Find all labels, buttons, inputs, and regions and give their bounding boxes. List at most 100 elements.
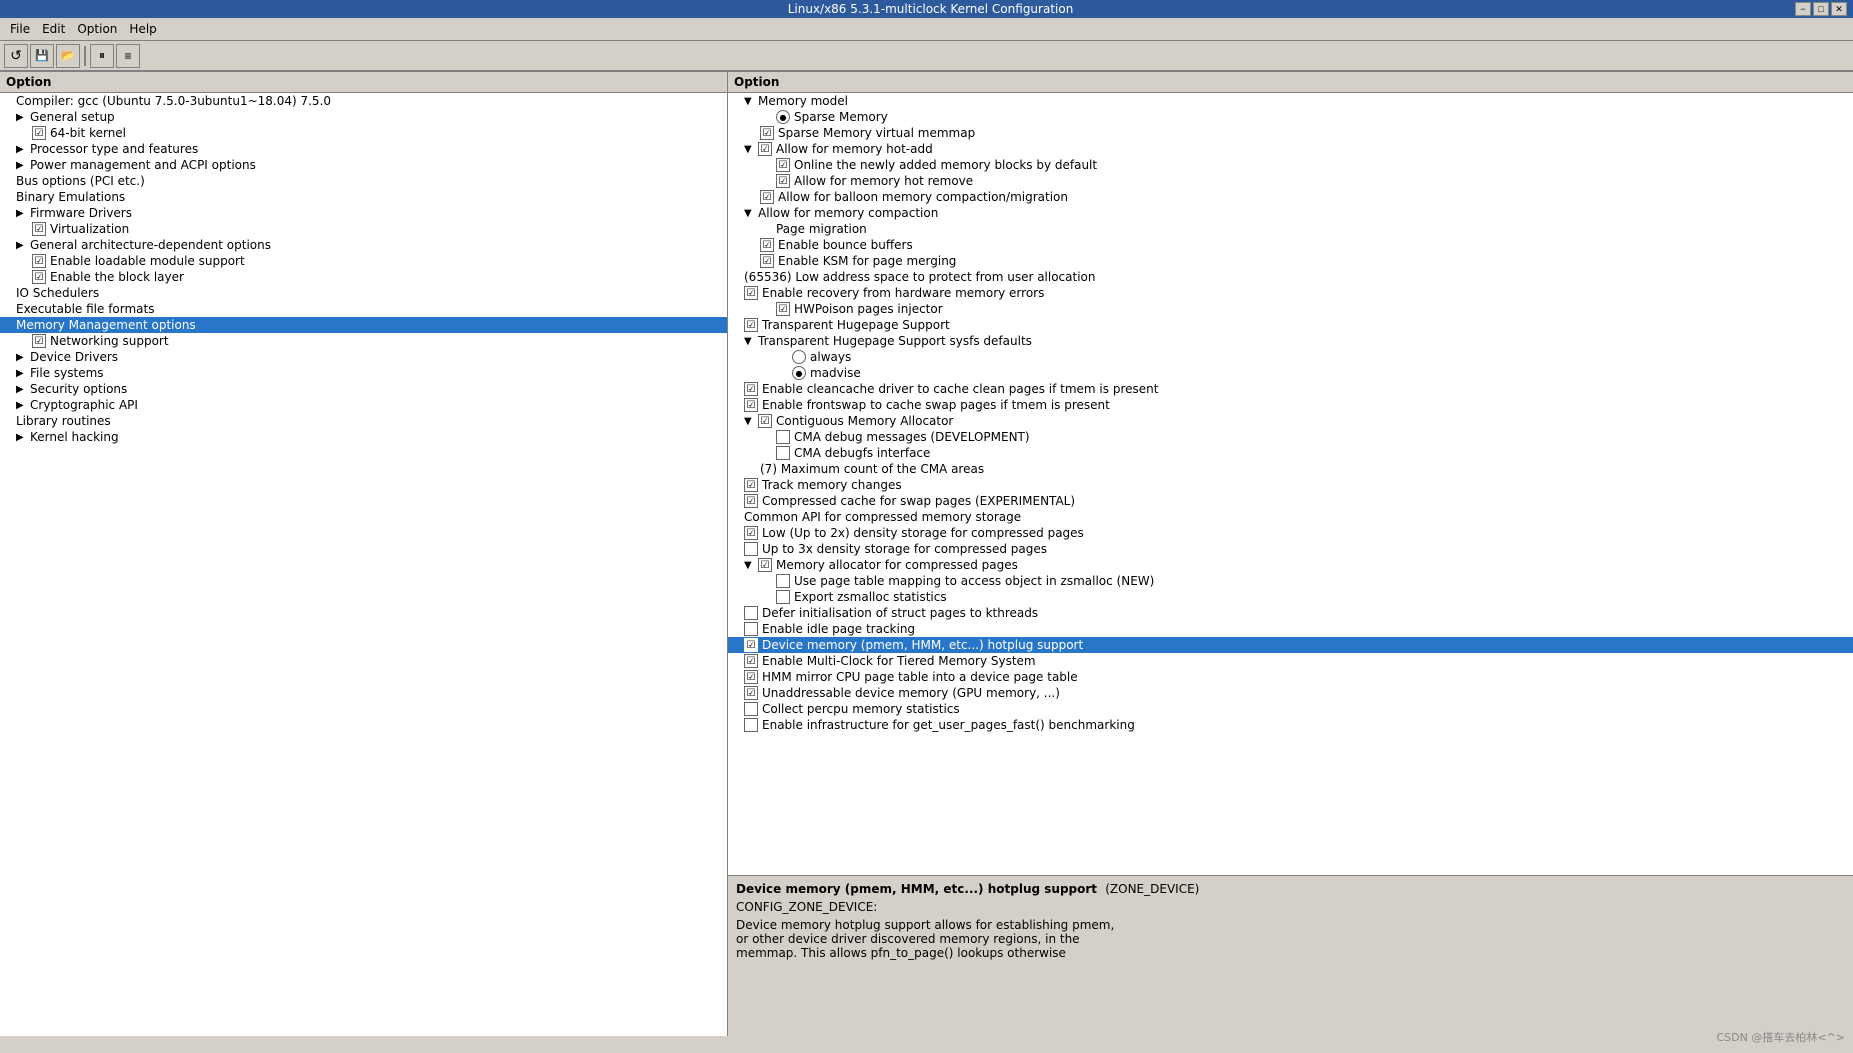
checkbox-percpu[interactable]: ☐: [744, 702, 758, 716]
left-item-memory-mgmt[interactable]: Memory Management options: [0, 317, 727, 333]
checkbox-frontswap[interactable]: ☑: [744, 398, 758, 412]
right-item-page-table-map[interactable]: ☐ Use page table mapping to access objec…: [728, 573, 1853, 589]
radio-always[interactable]: [792, 350, 806, 364]
checkbox-block[interactable]: ☑: [32, 270, 46, 284]
right-item-cleancache[interactable]: ☑ Enable cleancache driver to cache clea…: [728, 381, 1853, 397]
close-button[interactable]: ✕: [1831, 2, 1847, 16]
right-item-allow-hotadd[interactable]: ▼ ☑ Allow for memory hot-add: [728, 141, 1853, 157]
checkbox-balloon[interactable]: ☑: [760, 190, 774, 204]
open-button[interactable]: 📂: [56, 44, 80, 68]
right-item-device-memory[interactable]: ☑ Device memory (pmem, HMM, etc...) hotp…: [728, 637, 1853, 653]
left-item-crypto[interactable]: ▶ Cryptographic API: [0, 397, 727, 413]
left-item-firmware[interactable]: ▶ Firmware Drivers: [0, 205, 727, 221]
right-item-hwpoison[interactable]: ☑ HWPoison pages injector: [728, 301, 1853, 317]
menu-option[interactable]: Option: [71, 20, 123, 38]
right-item-cma-debug[interactable]: ☐ CMA debug messages (DEVELOPMENT): [728, 429, 1853, 445]
right-pane-content[interactable]: ▼ Memory model Sparse Memory ☑ Sparse Me…: [728, 93, 1853, 876]
left-item-networking[interactable]: ☑ Networking support: [0, 333, 727, 349]
checkbox-loadable[interactable]: ☑: [32, 254, 46, 268]
right-item-multi-clock[interactable]: ☑ Enable Multi-Clock for Tiered Memory S…: [728, 653, 1853, 669]
right-item-hmm-mirror[interactable]: ☑ HMM mirror CPU page table into a devic…: [728, 669, 1853, 685]
left-item-power[interactable]: ▶ Power management and ACPI options: [0, 157, 727, 173]
right-item-low-density[interactable]: ☑ Low (Up to 2x) density storage for com…: [728, 525, 1853, 541]
left-item-loadable[interactable]: ☑ Enable loadable module support: [0, 253, 727, 269]
right-item-common-api[interactable]: Common API for compressed memory storage: [728, 509, 1853, 525]
left-item-virtualization[interactable]: ☑ Virtualization: [0, 221, 727, 237]
right-item-lowaddr[interactable]: (65536) Low address space to protect fro…: [728, 269, 1853, 285]
right-item-track-mem[interactable]: ☑ Track memory changes: [728, 477, 1853, 493]
checkbox-bounce[interactable]: ☑: [760, 238, 774, 252]
left-item-bus[interactable]: Bus options (PCI etc.): [0, 173, 727, 189]
maximize-button[interactable]: □: [1813, 2, 1829, 16]
checkbox-defer[interactable]: ☐: [744, 606, 758, 620]
left-item-general-arch[interactable]: ▶ General architecture-dependent options: [0, 237, 727, 253]
right-item-idle-tracking[interactable]: ☐ Enable idle page tracking: [728, 621, 1853, 637]
checkbox-zsmalloc[interactable]: ☐: [776, 590, 790, 604]
left-item-processor[interactable]: ▶ Processor type and features: [0, 141, 727, 157]
right-item-mem-compact[interactable]: ▼ Allow for memory compaction: [728, 205, 1853, 221]
right-item-madvise[interactable]: madvise: [728, 365, 1853, 381]
right-item-defer-init[interactable]: ☐ Defer initialisation of struct pages t…: [728, 605, 1853, 621]
checkbox-hotremove[interactable]: ☑: [776, 174, 790, 188]
right-item-cma-debugfs[interactable]: ☐ CMA debugfs interface: [728, 445, 1853, 461]
checkbox-hotadd[interactable]: ☑: [758, 142, 772, 156]
checkbox-compswap[interactable]: ☑: [744, 494, 758, 508]
right-item-sparse-memory[interactable]: Sparse Memory: [728, 109, 1853, 125]
right-item-compressed-swap[interactable]: ☑ Compressed cache for swap pages (EXPER…: [728, 493, 1853, 509]
right-item-cma-max[interactable]: (7) Maximum count of the CMA areas: [728, 461, 1853, 477]
left-item-exec[interactable]: Executable file formats: [0, 301, 727, 317]
right-item-always[interactable]: always: [728, 349, 1853, 365]
right-item-get-user-pages[interactable]: ☐ Enable infrastructure for get_user_pag…: [728, 717, 1853, 733]
checkbox-net[interactable]: ☑: [32, 334, 46, 348]
right-item-bounce[interactable]: ☑ Enable bounce buffers: [728, 237, 1853, 253]
left-pane-content[interactable]: Compiler: gcc (Ubuntu 7.5.0-3ubuntu1~18.…: [0, 93, 727, 1036]
checkbox-hwerr[interactable]: ☑: [744, 286, 758, 300]
menu-file[interactable]: File: [4, 20, 36, 38]
checkbox-track[interactable]: ☑: [744, 478, 758, 492]
menu-edit[interactable]: Edit: [36, 20, 71, 38]
checkbox-hugepage[interactable]: ☑: [744, 318, 758, 332]
right-item-hw-errors[interactable]: ☑ Enable recovery from hardware memory e…: [728, 285, 1853, 301]
right-item-frontswap[interactable]: ☑ Enable frontswap to cache swap pages i…: [728, 397, 1853, 413]
right-item-sparse-vmemmap[interactable]: ☑ Sparse Memory virtual memmap: [728, 125, 1853, 141]
checkbox-64bit[interactable]: ☑: [32, 126, 46, 140]
menu-help[interactable]: Help: [123, 20, 162, 38]
right-item-3x-density[interactable]: ☐ Up to 3x density storage for compresse…: [728, 541, 1853, 557]
back-button[interactable]: ↺: [4, 44, 28, 68]
radio-madvise[interactable]: [792, 366, 806, 380]
right-item-percpu[interactable]: ☐ Collect percpu memory statistics: [728, 701, 1853, 717]
right-item-cma[interactable]: ▼ ☑ Contiguous Memory Allocator: [728, 413, 1853, 429]
right-item-ksm[interactable]: ☑ Enable KSM for page merging: [728, 253, 1853, 269]
checkbox-hwpoison[interactable]: ☑: [776, 302, 790, 316]
left-item-security[interactable]: ▶ Security options: [0, 381, 727, 397]
checkbox-online[interactable]: ☑: [776, 158, 790, 172]
left-item-compiler[interactable]: Compiler: gcc (Ubuntu 7.5.0-3ubuntu1~18.…: [0, 93, 727, 109]
left-item-64bit[interactable]: ☑ 64-bit kernel: [0, 125, 727, 141]
checkbox-cma[interactable]: ☑: [758, 414, 772, 428]
minimize-button[interactable]: −: [1795, 2, 1811, 16]
save-button[interactable]: 💾: [30, 44, 54, 68]
list-button[interactable]: ≡: [116, 44, 140, 68]
right-item-export-zsmalloc[interactable]: ☐ Export zsmalloc statistics: [728, 589, 1853, 605]
checkbox-cma-debugfs[interactable]: ☐: [776, 446, 790, 460]
left-item-device-drivers[interactable]: ▶ Device Drivers: [0, 349, 727, 365]
checkbox-multiclock[interactable]: ☑: [744, 654, 758, 668]
right-item-unaddressable[interactable]: ☑ Unaddressable device memory (GPU memor…: [728, 685, 1853, 701]
checkbox-sparse-vmemmap[interactable]: ☑: [760, 126, 774, 140]
checkbox-virt[interactable]: ☑: [32, 222, 46, 236]
left-item-block[interactable]: ☑ Enable the block layer: [0, 269, 727, 285]
checkbox-unaddrss[interactable]: ☑: [744, 686, 758, 700]
left-item-io[interactable]: IO Schedulers: [0, 285, 727, 301]
checkbox-pagetable[interactable]: ☐: [776, 574, 790, 588]
right-item-hugepage-sysfs[interactable]: ▼ Transparent Hugepage Support sysfs def…: [728, 333, 1853, 349]
left-item-library[interactable]: Library routines: [0, 413, 727, 429]
left-item-file-systems[interactable]: ▶ File systems: [0, 365, 727, 381]
left-item-binary[interactable]: Binary Emulations: [0, 189, 727, 205]
left-item-general-setup[interactable]: ▶ General setup: [0, 109, 727, 125]
right-item-page-migration[interactable]: Page migration: [728, 221, 1853, 237]
checkbox-devmem[interactable]: ☑: [744, 638, 758, 652]
right-item-hotremove[interactable]: ☑ Allow for memory hot remove: [728, 173, 1853, 189]
checkbox-cleancache[interactable]: ☑: [744, 382, 758, 396]
right-item-mem-alloc-compressed[interactable]: ▼ ☑ Memory allocator for compressed page…: [728, 557, 1853, 573]
checkbox-ksm[interactable]: ☑: [760, 254, 774, 268]
